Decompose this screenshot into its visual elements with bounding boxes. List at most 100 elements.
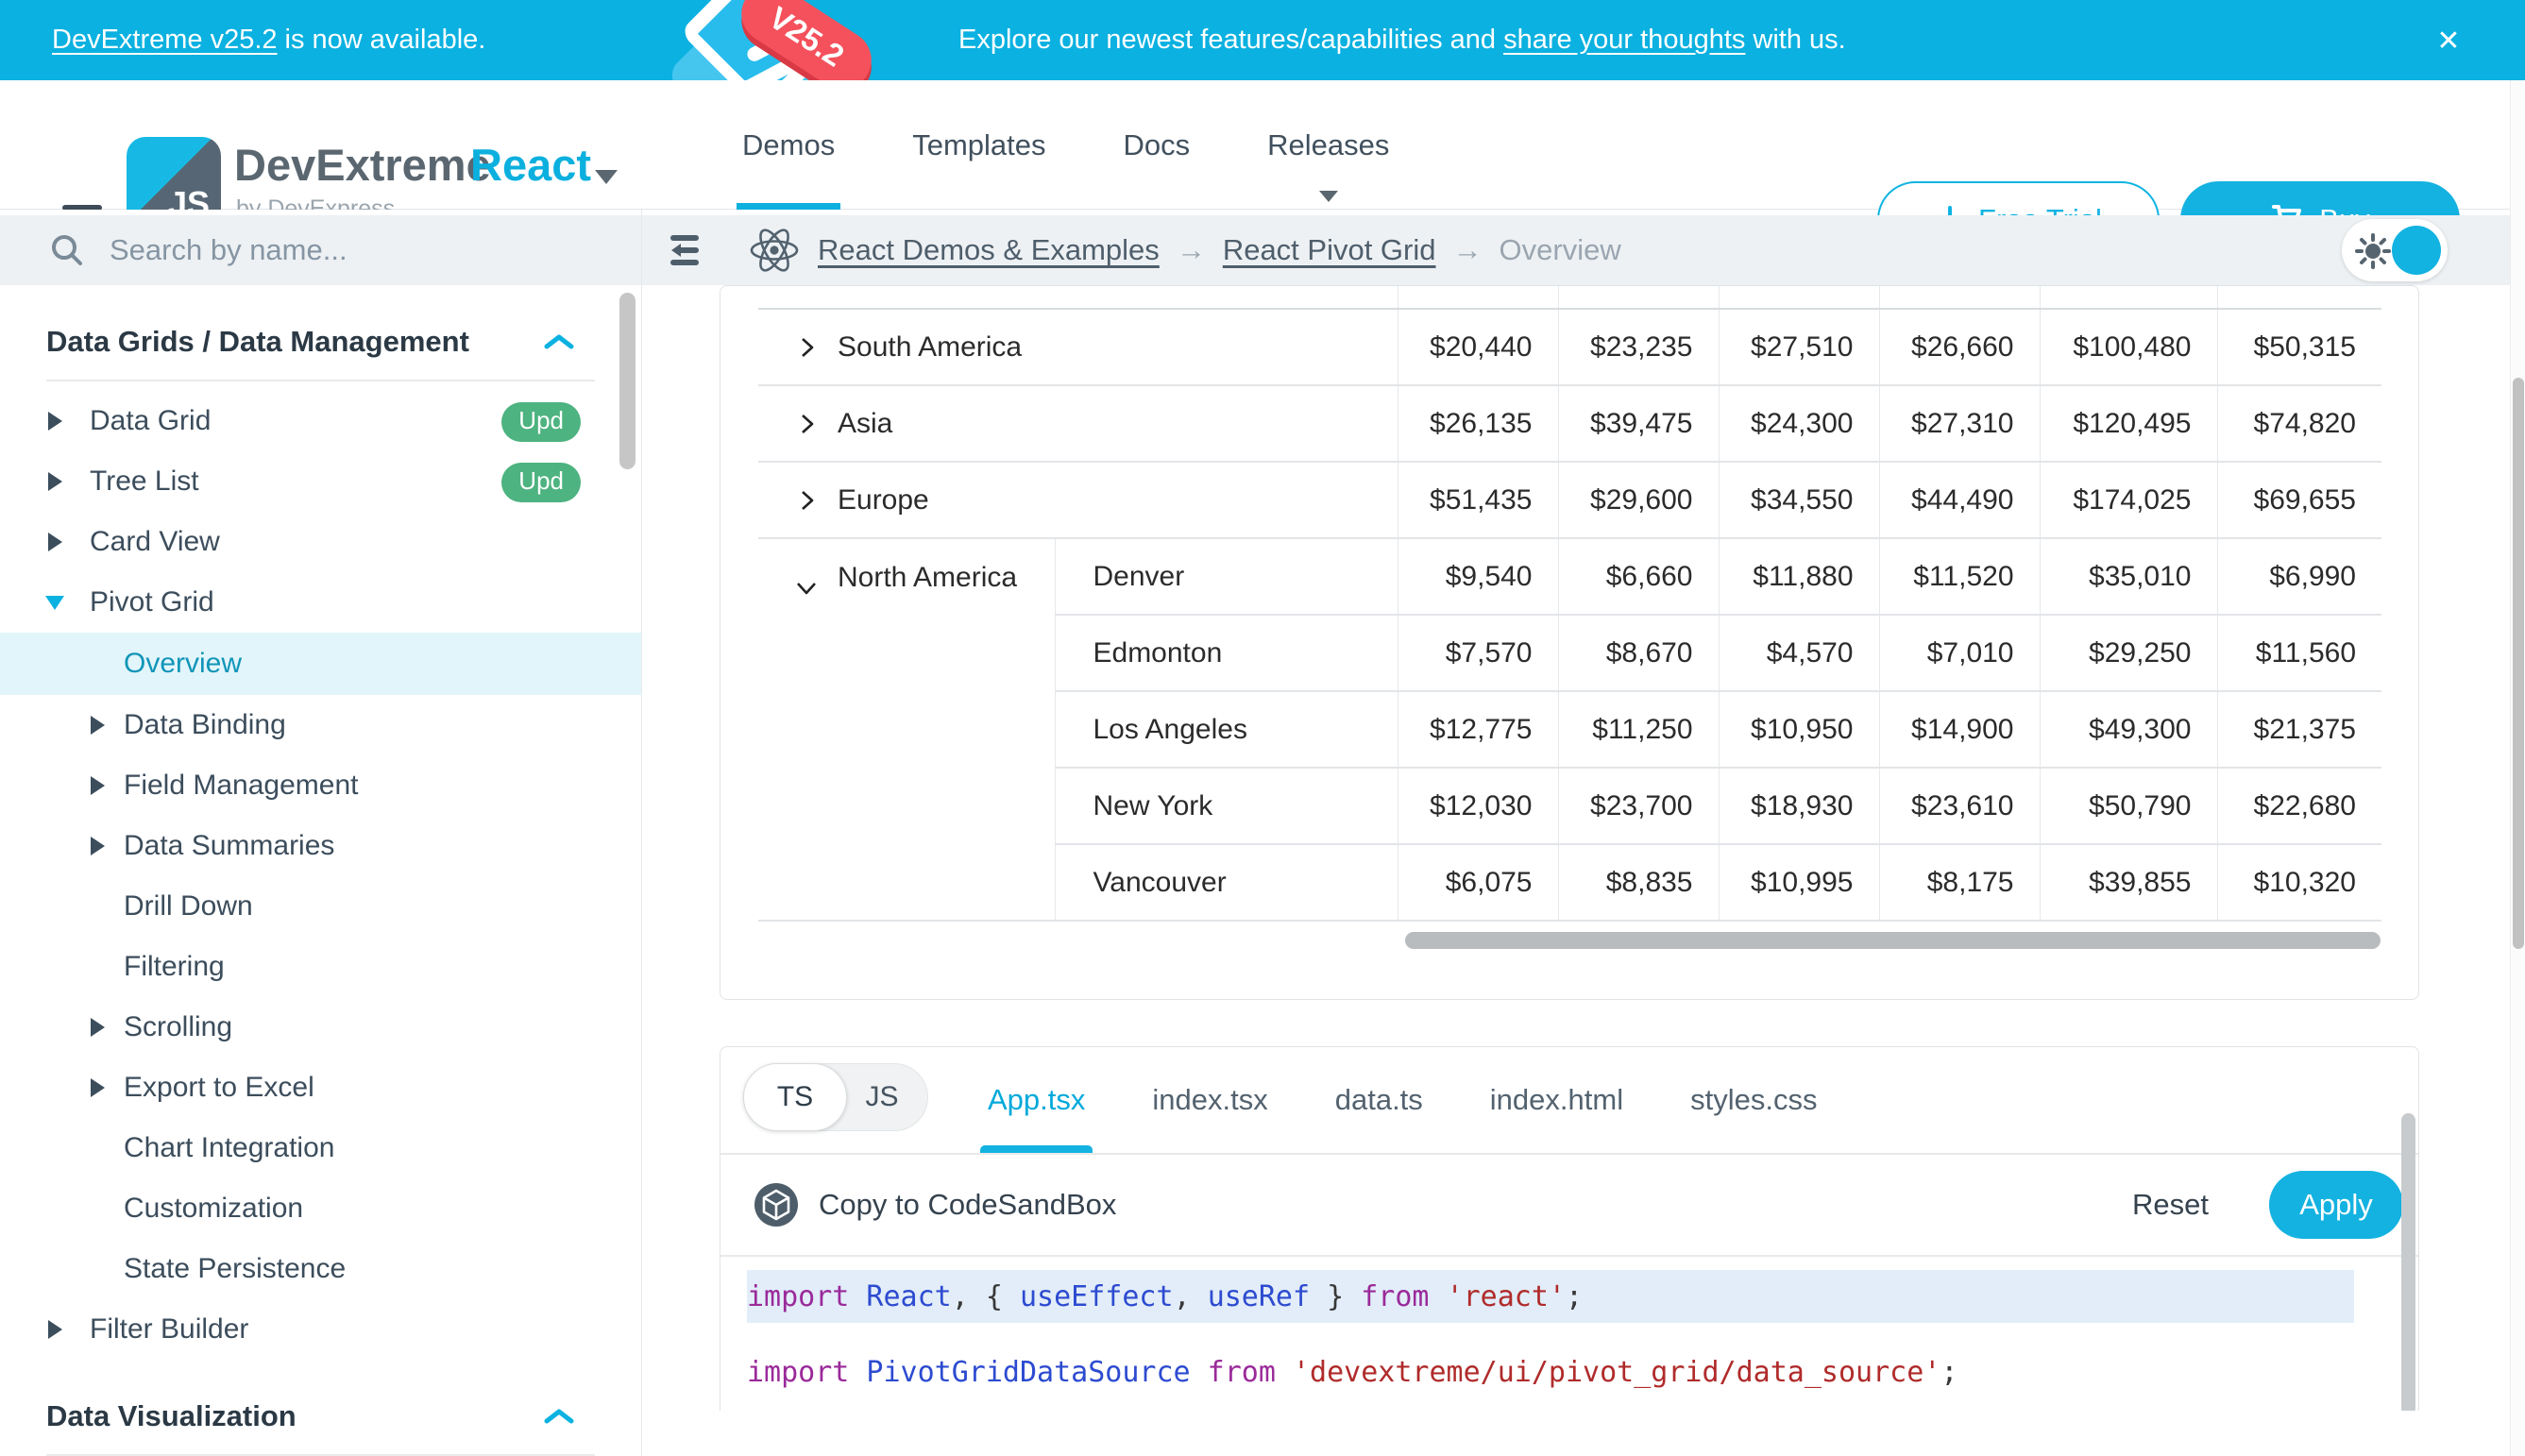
pivot-value-cell[interactable]: $29,600 — [1558, 462, 1719, 538]
pivot-region-cell-north-america[interactable]: North America — [758, 538, 1055, 921]
language-option-js[interactable]: JS — [837, 1064, 927, 1130]
pivot-value-cell[interactable]: $26,660 — [1879, 309, 2040, 385]
nav-item-demos[interactable]: Demos — [737, 80, 840, 210]
pivot-city-cell-los-angeles[interactable]: Los Angeles — [1055, 691, 1398, 768]
pivot-value-cell[interactable]: $11,250 — [1558, 691, 1719, 768]
pivot-value-cell[interactable]: $74,820 — [2217, 385, 2381, 462]
code-scrollbar[interactable] — [2401, 1113, 2415, 1411]
tab-app-tsx[interactable]: App.tsx — [988, 1047, 1085, 1153]
chevron-down-icon[interactable] — [595, 170, 618, 184]
pivot-value-cell[interactable]: $34,550 — [1719, 462, 1879, 538]
language-option-ts[interactable]: TS — [743, 1063, 847, 1131]
sidebar-item-filter-builder[interactable]: Filter Builder — [0, 1299, 641, 1360]
apply-button[interactable]: Apply — [2269, 1171, 2403, 1239]
pivot-region-cell-asia[interactable]: Asia — [758, 385, 1398, 462]
pivot-value-cell[interactable]: $120,495 — [2040, 385, 2217, 462]
pivot-value-cell[interactable]: $11,560 — [2217, 615, 2381, 691]
sidebar-scrollbar[interactable] — [619, 293, 635, 469]
sidebar-section-data-visualization[interactable]: Data Visualization — [0, 1384, 641, 1447]
breadcrumb-link-demos[interactable]: React Demos & Examples — [818, 233, 1160, 267]
pivot-city-cell-denver[interactable]: Denver — [1055, 538, 1398, 615]
banner-close-icon[interactable]: ✕ — [2429, 21, 2468, 60]
pivot-value-cell[interactable]: $26,135 — [1398, 385, 1558, 462]
pivot-value-cell[interactable]: $10,995 — [1719, 844, 1879, 921]
reset-button[interactable]: Reset — [2132, 1188, 2209, 1222]
framework-selector[interactable]: React — [470, 139, 591, 191]
pivot-value-cell[interactable]: $39,855 — [2040, 844, 2217, 921]
expand-icon[interactable] — [794, 488, 819, 513]
sidebar-item-field-management[interactable]: Field Management — [0, 755, 641, 816]
pivot-value-cell[interactable]: $8,670 — [1558, 615, 1719, 691]
pivot-region-cell-europe[interactable]: Europe — [758, 462, 1398, 538]
pivot-value-cell[interactable]: $23,235 — [1558, 309, 1719, 385]
sidebar-section-data-grids-data-management[interactable]: Data Grids / Data Management — [0, 310, 641, 372]
pivot-value-cell[interactable]: $18,930 — [1719, 768, 1879, 844]
pivot-value-cell[interactable]: $14,900 — [1879, 691, 2040, 768]
tab-styles-css[interactable]: styles.css — [1690, 1047, 1817, 1153]
pivot-value-cell[interactable]: $51,435 — [1398, 462, 1558, 538]
sidebar-item-pivot-grid[interactable]: Pivot Grid — [0, 572, 641, 633]
pivot-value-cell[interactable]: $27,310 — [1879, 385, 2040, 462]
pivot-value-cell[interactable]: $10,950 — [1719, 691, 1879, 768]
sidebar-item-tree-list[interactable]: Tree ListUpd — [0, 451, 641, 512]
sidebar-item-drill-down[interactable]: Drill Down — [0, 876, 641, 937]
page-scrollbar-thumb[interactable] — [2513, 378, 2524, 949]
sidebar-item-scrolling[interactable]: Scrolling — [0, 997, 641, 1058]
pivot-value-cell[interactable]: $11,520 — [1879, 538, 2040, 615]
tab-data-ts[interactable]: data.ts — [1335, 1047, 1423, 1153]
sidebar-search[interactable] — [0, 215, 641, 285]
pivot-value-cell[interactable]: $8,175 — [1879, 844, 2040, 921]
sidebar-item-card-view[interactable]: Card View — [0, 512, 641, 572]
pivot-value-cell[interactable]: $44,490 — [1879, 462, 2040, 538]
pivot-value-cell[interactable]: $11,880 — [1719, 538, 1879, 615]
pivot-value-cell[interactable]: $8,835 — [1558, 844, 1719, 921]
pivot-value-cell[interactable]: $7,010 — [1879, 615, 2040, 691]
sidebar-item-customization[interactable]: Customization — [0, 1178, 641, 1239]
pivot-city-cell-vancouver[interactable]: Vancouver — [1055, 844, 1398, 921]
pivot-value-cell[interactable]: $12,030 — [1398, 768, 1558, 844]
pivot-value-cell[interactable]: $4,570 — [1719, 615, 1879, 691]
copy-to-codesandbox-button[interactable]: Copy to CodeSandBox — [754, 1183, 1116, 1227]
nav-item-releases[interactable]: Releases — [1262, 80, 1395, 210]
pivot-value-cell[interactable]: $50,315 — [2217, 309, 2381, 385]
pivot-value-cell[interactable]: $69,655 — [2217, 462, 2381, 538]
sidebar-item-filtering[interactable]: Filtering — [0, 937, 641, 997]
sidebar-item-data-summaries[interactable]: Data Summaries — [0, 816, 641, 876]
nav-item-templates[interactable]: Templates — [907, 80, 1051, 210]
tab-index-tsx[interactable]: index.tsx — [1152, 1047, 1267, 1153]
pivot-value-cell[interactable]: $6,660 — [1558, 538, 1719, 615]
pivot-value-cell[interactable]: $20,440 — [1398, 309, 1558, 385]
pivot-value-cell[interactable]: $23,700 — [1558, 768, 1719, 844]
pivot-value-cell[interactable]: $174,025 — [2040, 462, 2217, 538]
collapse-icon[interactable] — [794, 575, 819, 600]
pivot-value-cell[interactable]: $29,250 — [2040, 615, 2217, 691]
banner-version-link[interactable]: DevExtreme v25.2 — [52, 25, 278, 56]
pivot-value-cell[interactable]: $49,300 — [2040, 691, 2217, 768]
pivot-value-cell[interactable]: $23,610 — [1879, 768, 2040, 844]
theme-toggle-knob[interactable] — [2392, 226, 2441, 275]
pivot-value-cell[interactable]: $12,775 — [1398, 691, 1558, 768]
pivot-horizontal-scrollbar[interactable] — [1405, 932, 2381, 949]
page-scrollbar-track[interactable] — [2510, 80, 2525, 1456]
pivot-value-cell[interactable]: $39,475 — [1558, 385, 1719, 462]
pivot-city-cell-edmonton[interactable]: Edmonton — [1055, 615, 1398, 691]
pivot-value-cell[interactable]: $22,680 — [2217, 768, 2381, 844]
pivot-value-cell[interactable]: $50,790 — [2040, 768, 2217, 844]
pivot-value-cell[interactable]: $21,375 — [2217, 691, 2381, 768]
pivot-value-cell[interactable]: $24,300 — [1719, 385, 1879, 462]
tab-index-html[interactable]: index.html — [1490, 1047, 1623, 1153]
sidebar-item-chart-integration[interactable]: Chart Integration — [0, 1118, 641, 1178]
brand-name[interactable]: DevExtreme — [234, 139, 491, 191]
pivot-region-cell-south-america[interactable]: South America — [758, 309, 1398, 385]
expand-icon[interactable] — [794, 335, 819, 360]
pivot-value-cell[interactable]: $27,510 — [1719, 309, 1879, 385]
sidebar-item-data-grid[interactable]: Data GridUpd — [0, 391, 641, 451]
breadcrumb-link-pivot-grid[interactable]: React Pivot Grid — [1223, 233, 1436, 267]
language-toggle[interactable]: JS TS — [743, 1063, 928, 1131]
code-editor[interactable]: import React, { useEffect, useRef } from… — [720, 1257, 2418, 1411]
sidebar-item-overview[interactable]: Overview — [0, 633, 641, 695]
pivot-value-cell[interactable]: $6,075 — [1398, 844, 1558, 921]
pivot-value-cell[interactable]: $6,990 — [2217, 538, 2381, 615]
pivot-value-cell[interactable]: $10,320 — [2217, 844, 2381, 921]
pivot-value-cell[interactable]: $7,570 — [1398, 615, 1558, 691]
